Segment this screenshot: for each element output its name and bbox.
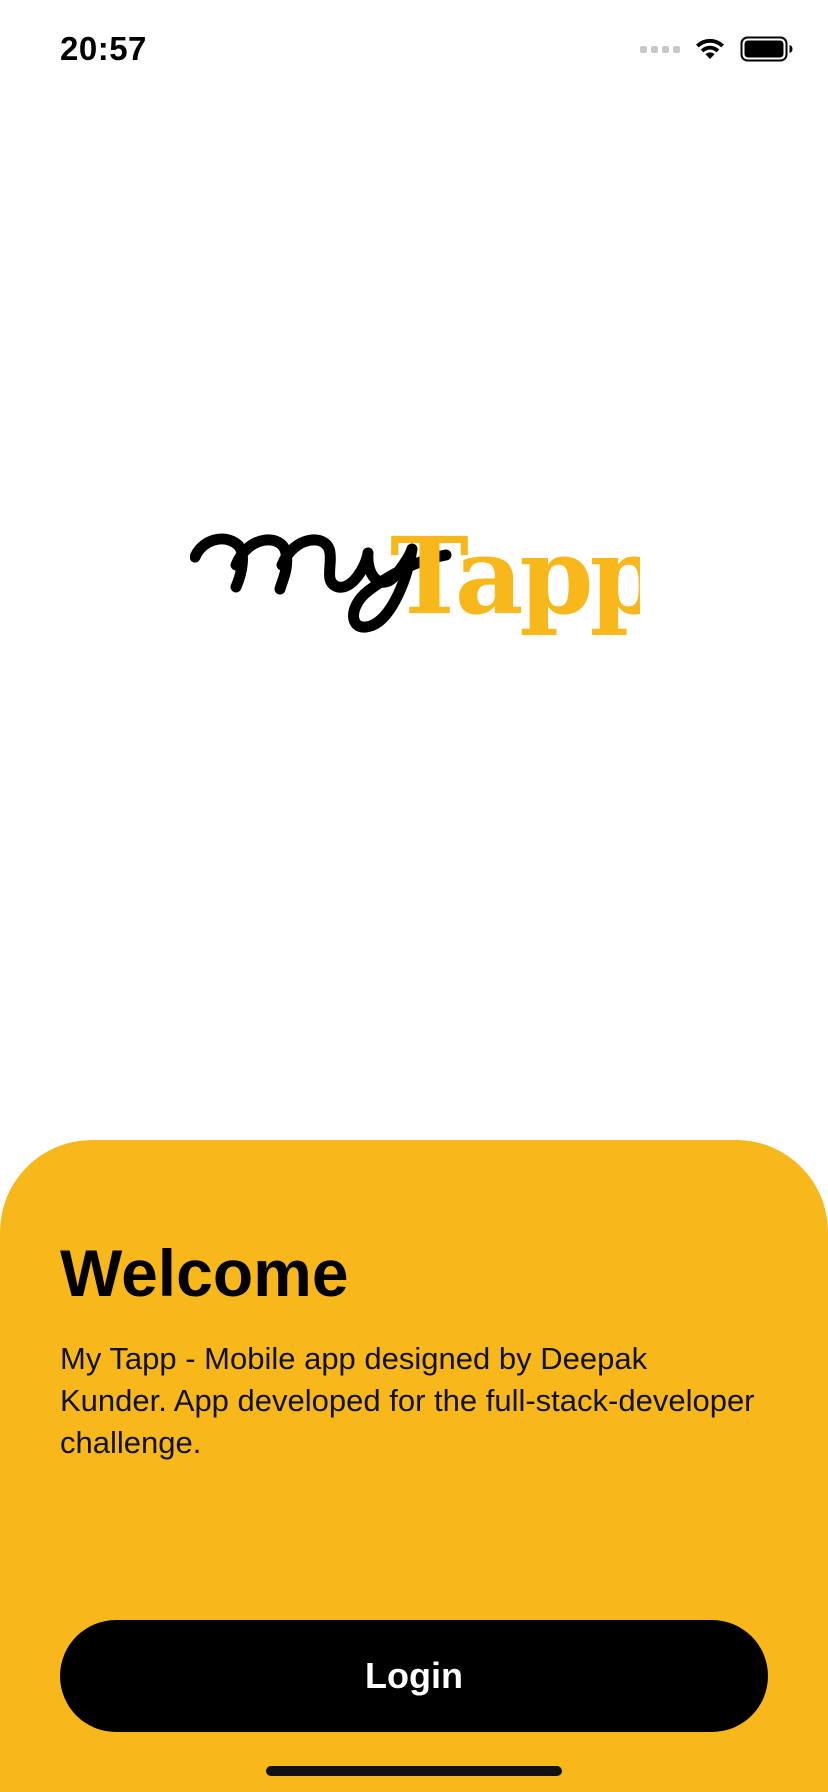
welcome-sheet: Welcome My Tapp - Mobile app designed by…	[0, 1140, 828, 1792]
status-time: 20:57	[60, 30, 147, 67]
wifi-icon	[696, 38, 724, 59]
logo-wordmark-tapp: Tapp	[390, 513, 640, 638]
battery-icon	[740, 36, 793, 62]
status-bar: 20:57	[0, 0, 828, 100]
welcome-screen: 20:57 Tapp Welcome My Tapp - Mobile app …	[0, 0, 828, 1792]
home-indicator	[266, 1766, 562, 1776]
welcome-description: My Tapp - Mobile app designed by Deepak …	[60, 1341, 755, 1460]
status-icons	[640, 36, 794, 62]
mytapp-logo: Tapp	[190, 513, 640, 638]
login-button[interactable]: Login	[60, 1620, 768, 1732]
welcome-title: Welcome	[60, 1236, 349, 1310]
signal-dots-icon	[640, 45, 680, 53]
